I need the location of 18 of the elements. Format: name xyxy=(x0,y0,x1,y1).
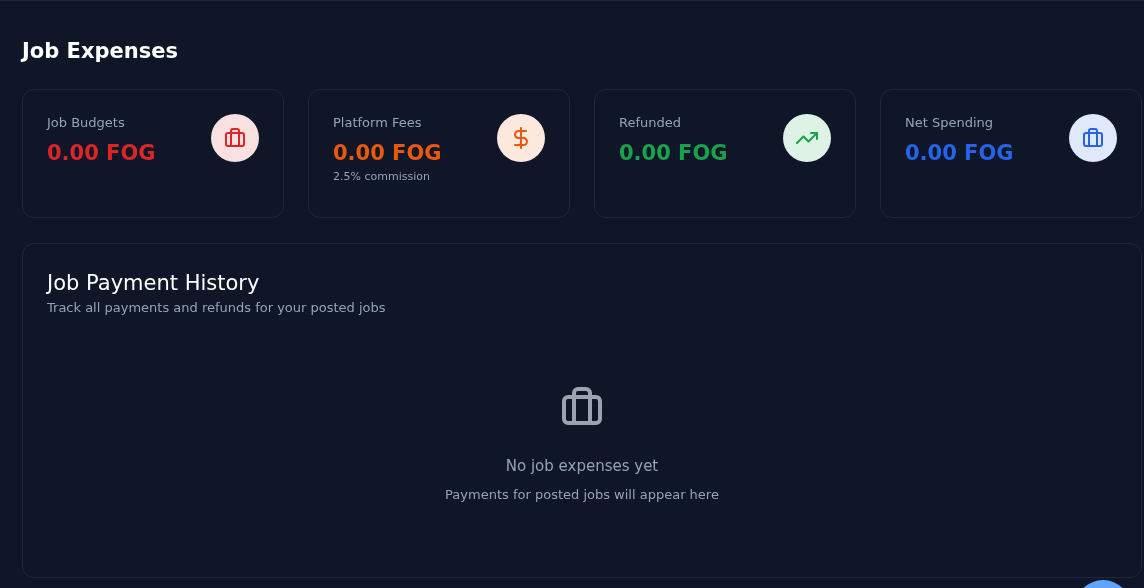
stat-note: 2.5% commission xyxy=(333,170,431,183)
stat-label: Net Spending xyxy=(905,114,995,132)
page-title: Job Expenses xyxy=(22,38,179,65)
stat-value: 0.00 FOG xyxy=(333,140,442,167)
stat-label: Platform Fees xyxy=(333,114,423,132)
panel-title: Job Payment History xyxy=(47,270,260,297)
panel-subtitle: Track all payments and refunds for your posted jobs xyxy=(47,300,386,315)
stat-label: Refunded xyxy=(619,114,682,132)
empty-title: No job expenses yet xyxy=(505,457,659,475)
stat-value: 0.00 FOG xyxy=(905,140,1014,167)
stat-label: Job Budgets xyxy=(47,114,126,132)
briefcase-icon xyxy=(211,114,259,162)
dollar-icon xyxy=(497,114,545,162)
stat-value: 0.00 FOG xyxy=(619,140,728,167)
trend-up-icon xyxy=(783,114,831,162)
stat-value: 0.00 FOG xyxy=(47,140,156,167)
briefcase-icon xyxy=(1069,114,1117,162)
empty-text: Payments for posted jobs will appear here xyxy=(445,487,719,502)
